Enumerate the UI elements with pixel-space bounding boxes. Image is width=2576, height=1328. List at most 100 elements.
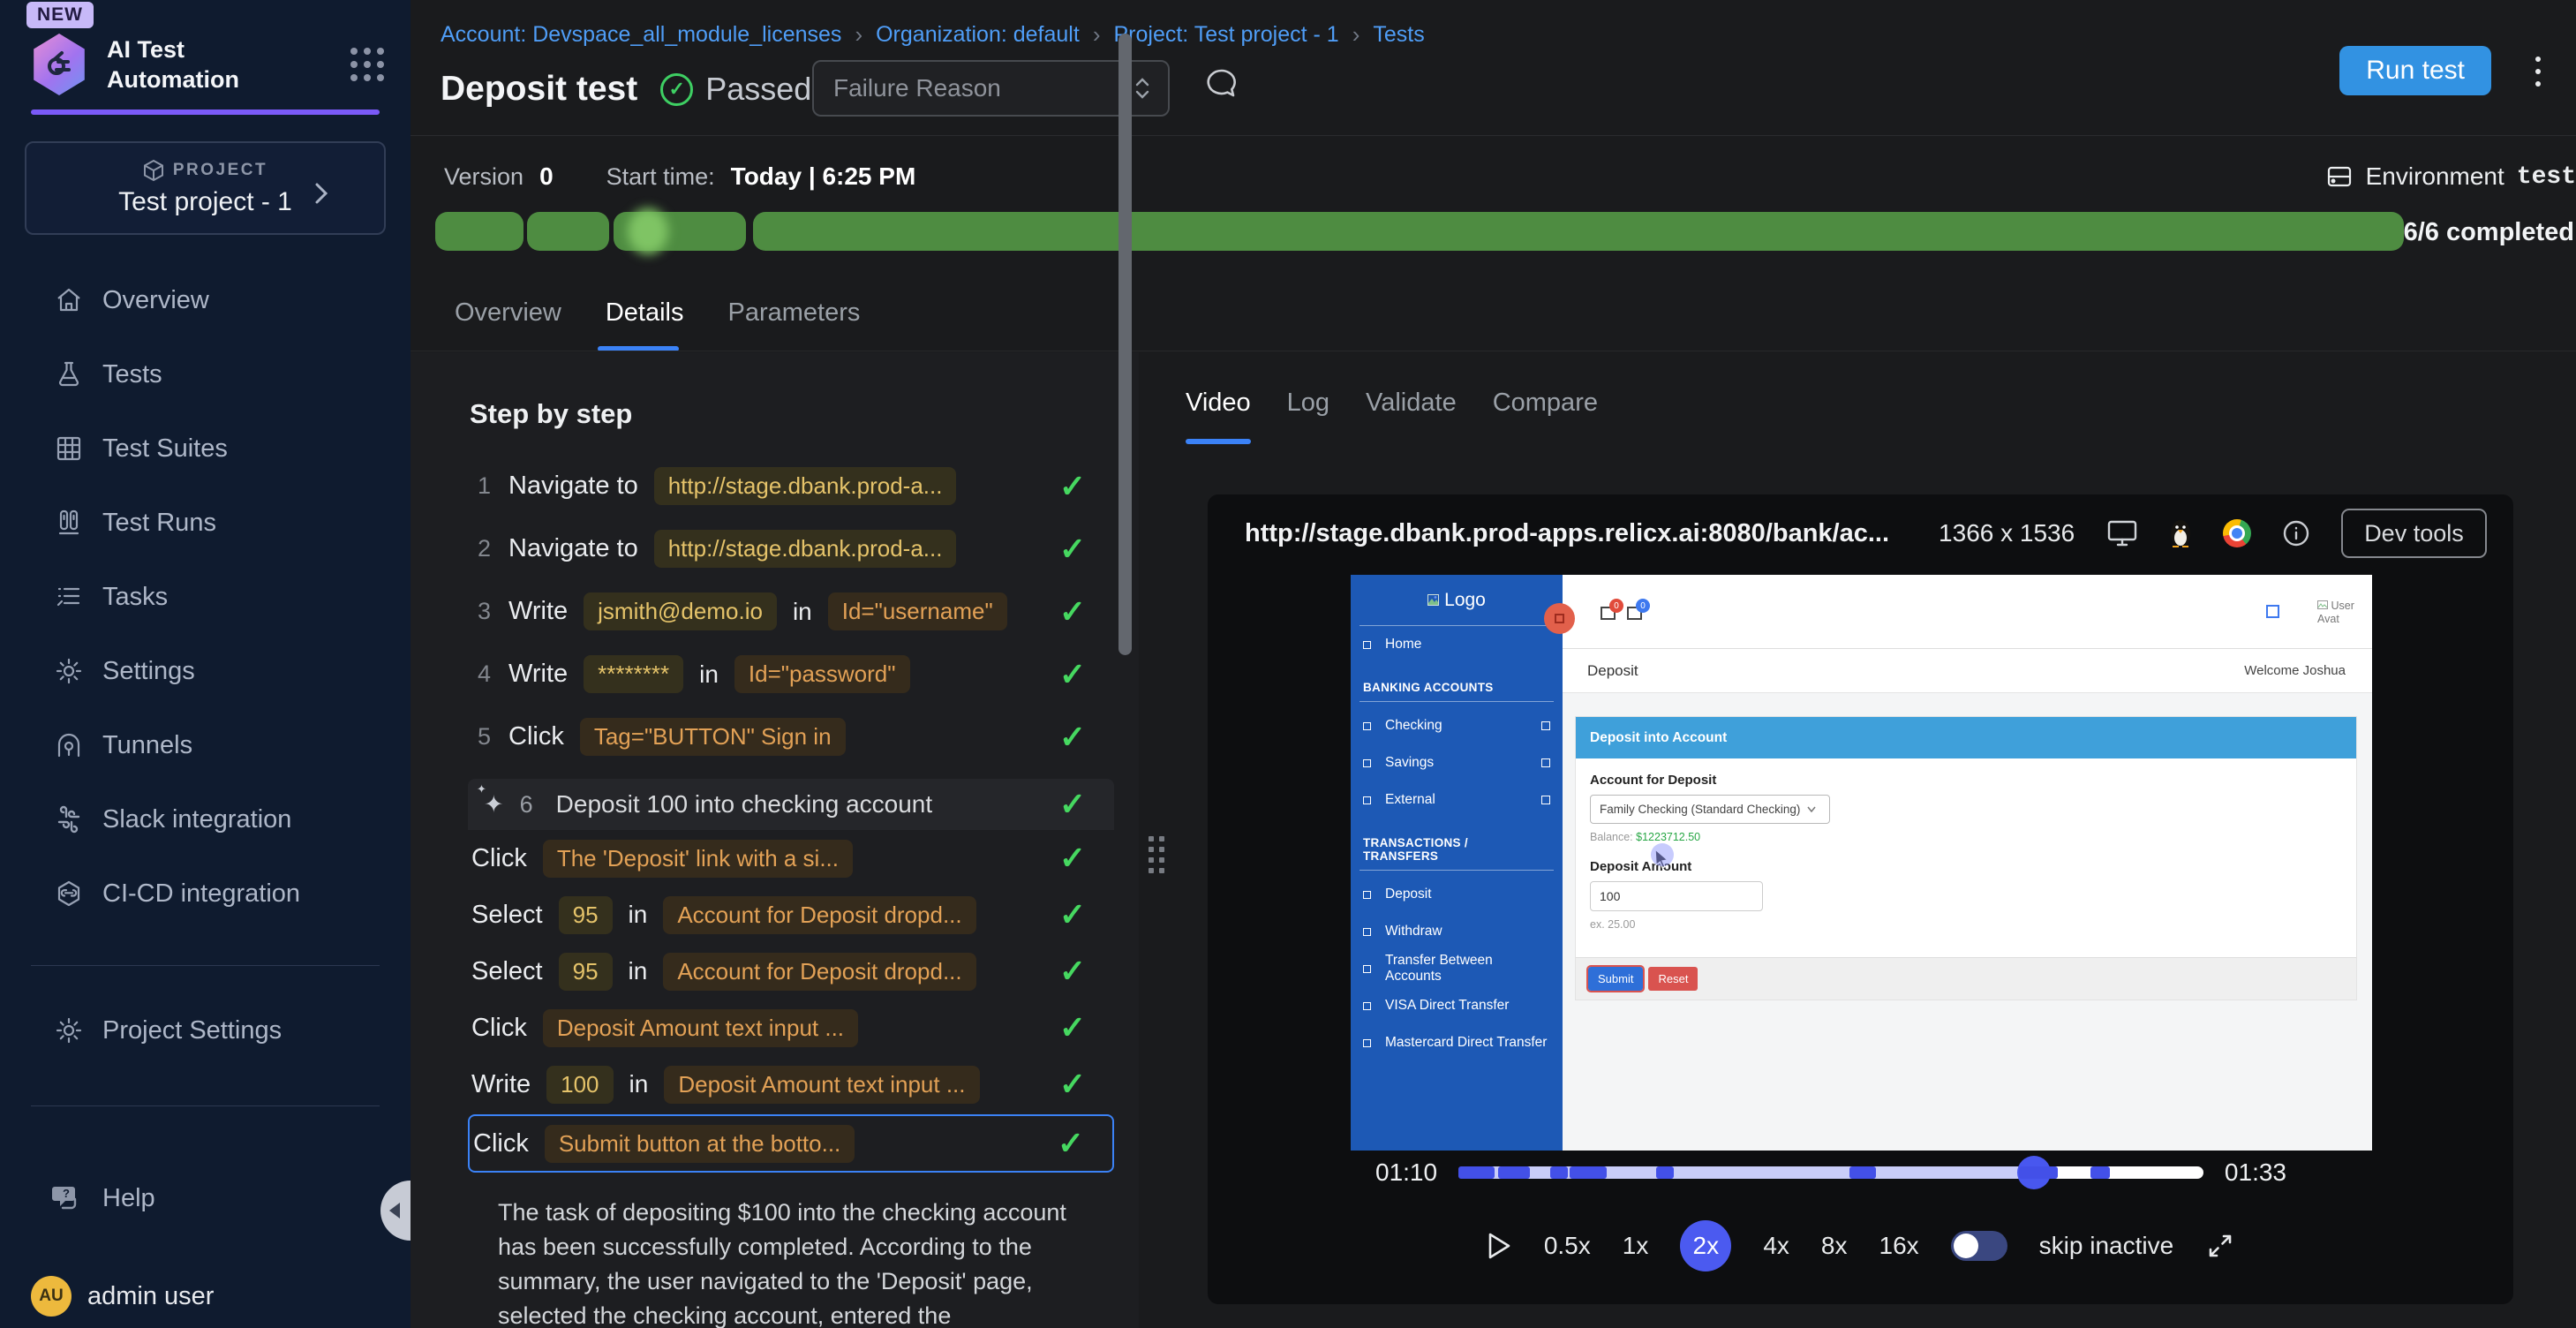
step-number: 2 — [468, 535, 491, 562]
bank-nav-checking: Checking — [1351, 707, 1563, 744]
substep-row-2[interactable]: Select 95 in Account for Deposit dropd..… — [468, 887, 1114, 943]
speed-4x[interactable]: 4x — [1763, 1232, 1789, 1260]
sidebar-item-overview[interactable]: Overview — [0, 263, 411, 337]
bank-nav-deposit: Deposit — [1351, 876, 1563, 913]
sidebar-item-test-suites[interactable]: Test Suites — [0, 411, 411, 486]
sidebar-item-help[interactable]: ? Help — [0, 1161, 411, 1235]
sidebar-item-tasks[interactable]: Tasks — [0, 560, 411, 634]
chevron-right-icon — [313, 182, 329, 205]
sidebar-item-cicd[interactable]: CI-CD integration — [0, 856, 411, 931]
chrome-icon — [2223, 519, 2251, 547]
home-icon — [55, 286, 83, 314]
tab-details[interactable]: Details — [606, 298, 684, 347]
collapse-arrow-icon — [389, 1203, 400, 1219]
step-value-chip: jsmith@demo.io — [584, 592, 777, 630]
run-test-button[interactable]: Run test — [2339, 46, 2491, 95]
failure-reason-select[interactable]: Failure Reason — [812, 60, 1170, 117]
substep-row-3[interactable]: Select 95 in Account for Deposit dropd..… — [468, 943, 1114, 1000]
check-icon: ✓ — [1059, 1009, 1086, 1046]
step-row-5[interactable]: 5 Click Tag="BUTTON" Sign in ✓ — [468, 706, 1114, 768]
progress-segment — [614, 212, 746, 251]
tab-log[interactable]: Log — [1287, 389, 1329, 437]
tab-compare[interactable]: Compare — [1493, 389, 1598, 437]
step-value-chip: http://stage.dbank.prod-a... — [654, 530, 957, 568]
step-action: Navigate to — [508, 472, 638, 501]
bank-sidebar: Logo Home BANKING ACCOUNTS Checking Savi… — [1351, 575, 1563, 1151]
substep-row-5[interactable]: Write 100 in Deposit Amount text input .… — [468, 1056, 1114, 1113]
breadcrumb-organization[interactable]: Organization: default — [876, 22, 1080, 48]
video-frame[interactable]: Logo Home BANKING ACCOUNTS Checking Savi… — [1351, 575, 2372, 1151]
step-row-1[interactable]: 1 Navigate to http://stage.dbank.prod-a.… — [468, 455, 1114, 517]
tab-video[interactable]: Video — [1186, 389, 1251, 437]
video-resolution: 1366 x 1536 — [1939, 519, 2075, 547]
comment-icon[interactable] — [1203, 67, 1240, 102]
breadcrumb-tests[interactable]: Tests — [1373, 22, 1424, 48]
total-time: 01:33 — [2225, 1158, 2286, 1187]
mouse-cursor — [1654, 849, 1672, 870]
breadcrumb-account[interactable]: Account: Devspace_all_module_licenses — [441, 22, 841, 48]
project-name: Test project - 1 — [118, 187, 292, 217]
panel-resize-handle[interactable] — [1149, 836, 1164, 873]
step-row-3[interactable]: 3 Write jsmith@demo.io in Id="username" … — [468, 580, 1114, 643]
more-options-icon[interactable] — [2535, 57, 2541, 87]
environment-label: Environment — [2366, 162, 2504, 191]
speed-0-5x[interactable]: 0.5x — [1544, 1232, 1591, 1260]
progress-segment — [527, 212, 609, 251]
monitor-icon — [2106, 518, 2138, 548]
apps-grid-icon[interactable] — [350, 48, 384, 81]
step-target-chip: Tag="BUTTON" Sign in — [580, 718, 846, 756]
steps-scrollbar[interactable] — [1119, 34, 1132, 655]
speed-16x[interactable]: 16x — [1879, 1232, 1919, 1260]
step-value-chip: 95 — [559, 953, 613, 991]
bank-section-transactions: TRANSACTIONS / TRANSFERS — [1360, 824, 1554, 871]
breadcrumb-project[interactable]: Project: Test project - 1 — [1113, 22, 1338, 48]
user-name: admin user — [87, 1282, 214, 1311]
tab-overview[interactable]: Overview — [455, 298, 561, 347]
step-target-chip: The 'Deposit' link with a si... — [543, 840, 853, 878]
play-icon[interactable] — [1486, 1231, 1512, 1261]
user-menu[interactable]: AU admin user — [0, 1270, 411, 1323]
check-icon: ✓ — [1059, 953, 1086, 990]
devtools-button[interactable]: Dev tools — [2341, 509, 2487, 558]
step-row-2[interactable]: 2 Navigate to http://stage.dbank.prod-a.… — [468, 517, 1114, 580]
fullscreen-icon[interactable] — [2205, 1231, 2235, 1261]
speed-2x-active[interactable]: 2x — [1680, 1220, 1731, 1271]
step-target-chip: Id="password" — [734, 655, 910, 693]
columns-icon — [55, 509, 83, 537]
tab-parameters[interactable]: Parameters — [728, 298, 861, 347]
bank-nav-mastercard: Mastercard Direct Transfer — [1351, 1024, 1563, 1061]
substep-row-6-selected[interactable]: Click Submit button at the botto... ✓ — [468, 1114, 1114, 1173]
bank-logo: Logo — [1360, 575, 1554, 626]
sidebar: NEW AI Test Automation PROJECT Test proj… — [0, 0, 411, 1328]
failure-reason-placeholder: Failure Reason — [833, 74, 1133, 102]
sidebar-item-tests[interactable]: Tests — [0, 337, 411, 411]
substep-row-1[interactable]: Click The 'Deposit' link with a si... ✓ — [468, 830, 1114, 887]
sidebar-item-project-settings[interactable]: Project Settings — [0, 993, 411, 1068]
player-tabs: Video Log Validate Compare — [1186, 389, 1598, 437]
sidebar-item-slack[interactable]: Slack integration — [0, 782, 411, 856]
select-chevrons-icon — [1133, 75, 1152, 102]
skip-inactive-toggle[interactable] — [1951, 1231, 2007, 1261]
step-group-header[interactable]: ✦✦ 6 Deposit 100 into checking account ✓ — [468, 779, 1114, 830]
step-action: Click — [508, 722, 564, 751]
step-row-4[interactable]: 4 Write ******** in Id="password" ✓ — [468, 643, 1114, 706]
bank-amount-hint: ex. 25.00 — [1590, 918, 2342, 931]
check-icon: ✓ — [1059, 786, 1086, 823]
substep-row-4[interactable]: Click Deposit Amount text input ... ✓ — [468, 1000, 1114, 1056]
check-icon: ✓ — [1058, 1125, 1084, 1162]
sidebar-item-tunnels[interactable]: Tunnels — [0, 708, 411, 782]
info-icon[interactable] — [2281, 518, 2311, 548]
skip-inactive-label: skip inactive — [2039, 1232, 2174, 1260]
timeline-track[interactable] — [1458, 1166, 2203, 1179]
project-selector[interactable]: PROJECT Test project - 1 — [25, 141, 386, 235]
bank-square-icon — [2266, 605, 2279, 618]
timeline-played — [1458, 1166, 2034, 1179]
bank-account-select: Family Checking (Standard Checking) — [1590, 795, 1830, 824]
sidebar-item-test-runs[interactable]: Test Runs — [0, 486, 411, 560]
tab-validate[interactable]: Validate — [1366, 389, 1457, 437]
sidebar-item-settings[interactable]: Settings — [0, 634, 411, 708]
speed-1x[interactable]: 1x — [1623, 1232, 1649, 1260]
speed-8x[interactable]: 8x — [1821, 1232, 1848, 1260]
main-area: Account: Devspace_all_module_licenses › … — [411, 0, 2576, 1328]
steps-list: 1 Navigate to http://stage.dbank.prod-a.… — [468, 455, 1114, 1328]
